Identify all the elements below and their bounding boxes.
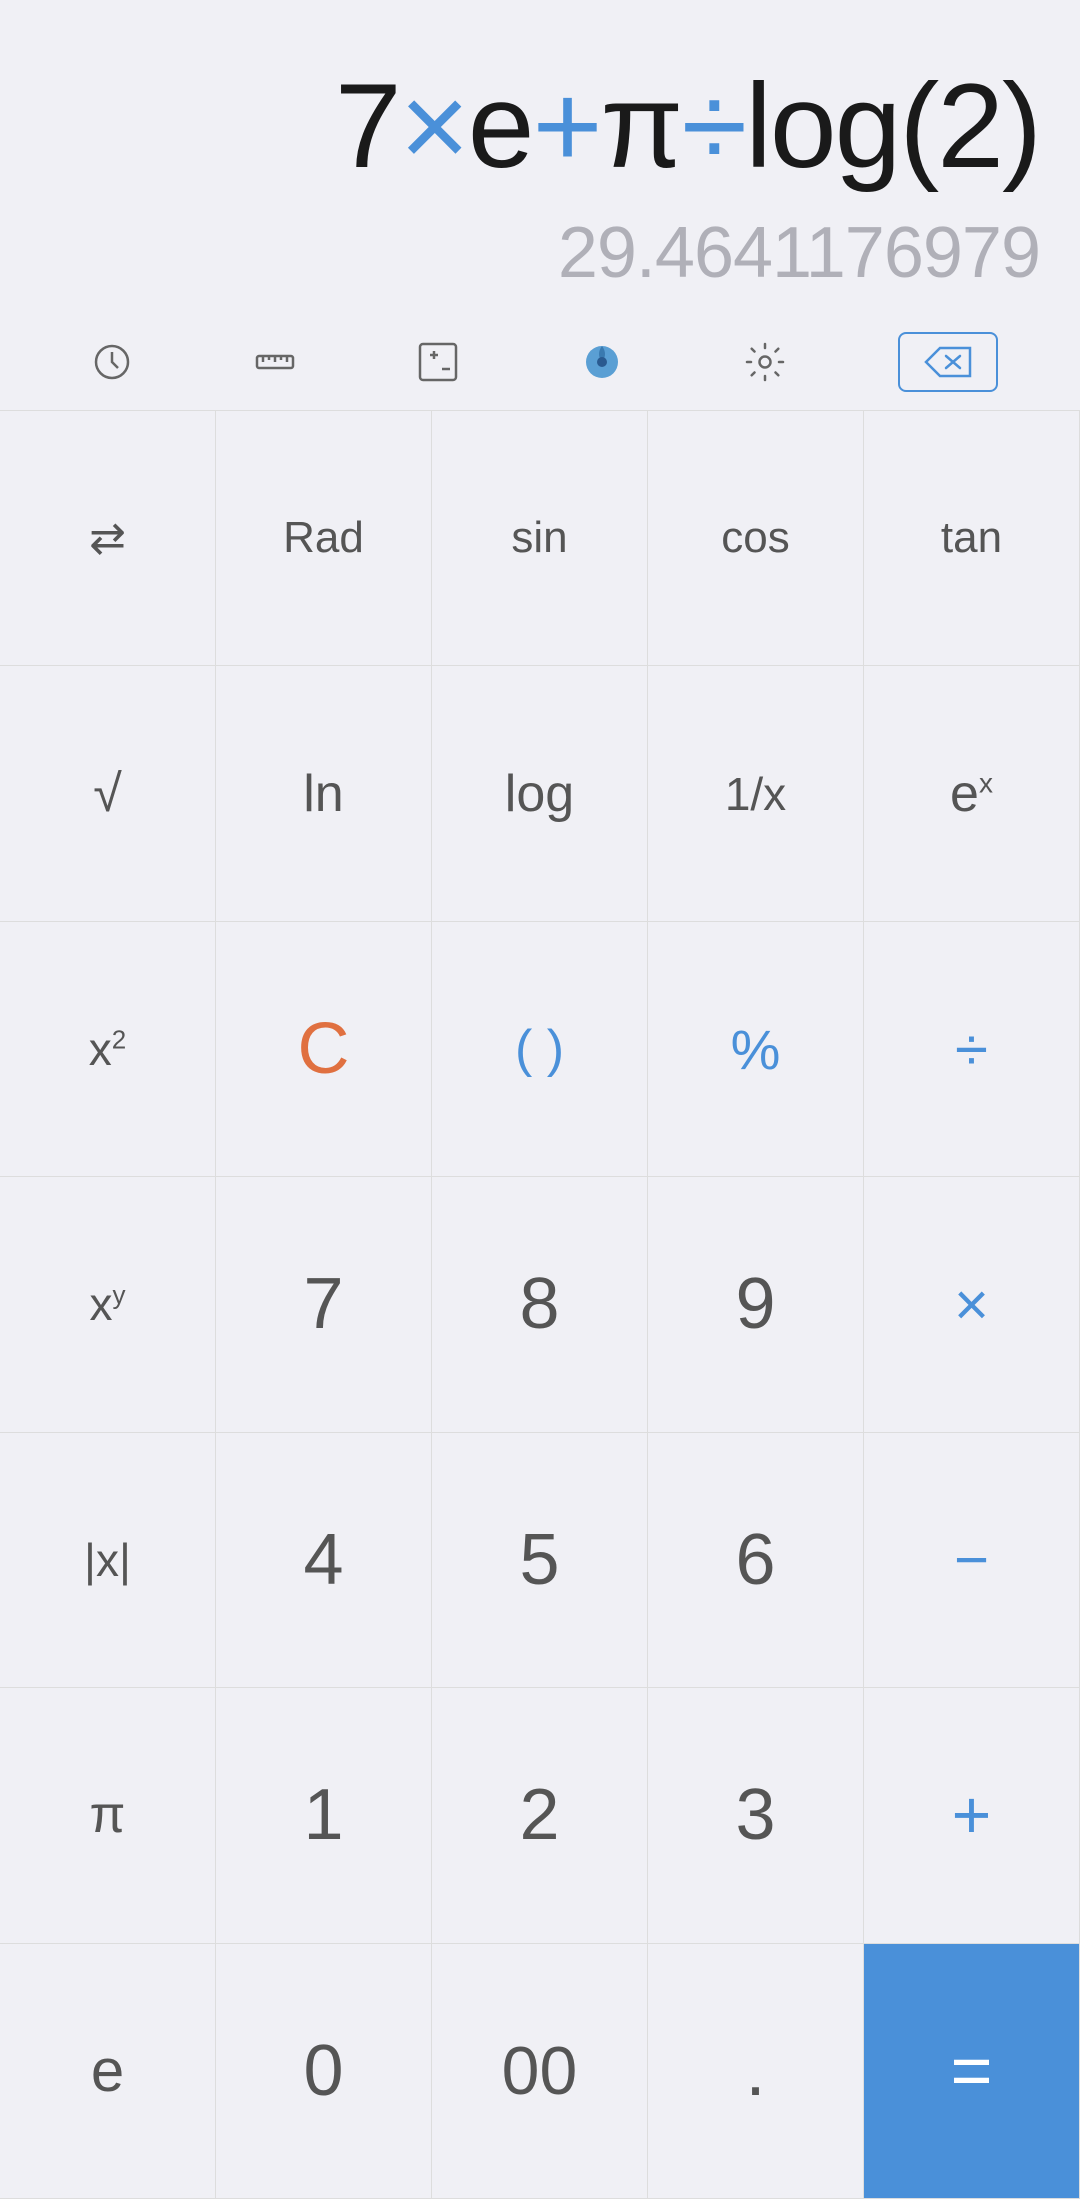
equals-label: = <box>950 2030 992 2112</box>
divide-btn[interactable]: ÷ <box>864 922 1080 1177</box>
plus-sym: + <box>532 59 600 193</box>
plus-btn[interactable]: + <box>864 1688 1080 1943</box>
tan-btn[interactable]: tan <box>864 411 1080 666</box>
history-icon[interactable] <box>82 332 142 392</box>
seven-label: 7 <box>303 1263 343 1345</box>
ln-label: ln <box>303 764 343 824</box>
decimal-label: . <box>745 2030 765 2112</box>
calculator-grid: ⇄ Rad sin cos tan √ ln log 1/x ex x2 C (… <box>0 411 1080 2199</box>
four-label: 4 <box>303 1519 343 1601</box>
pi-label: π <box>90 1785 126 1845</box>
theme-icon[interactable] <box>572 332 632 392</box>
sin-btn[interactable]: sin <box>432 411 648 666</box>
cos-label: cos <box>721 513 789 563</box>
six-label: 6 <box>735 1519 775 1601</box>
paren-btn[interactable]: ( ) <box>432 922 648 1177</box>
equals-btn[interactable]: = <box>864 1944 1080 2199</box>
power-label: xy <box>90 1277 126 1331</box>
paren-label: ( ) <box>515 1019 564 1079</box>
divide-sym: ÷ <box>681 59 745 193</box>
toolbar <box>0 314 1080 411</box>
sqrt-btn[interactable]: √ <box>0 666 216 921</box>
multiply-label: × <box>954 1270 989 1339</box>
euler-label: e <box>91 2036 124 2105</box>
sin-label: sin <box>511 513 567 563</box>
two-label: 2 <box>519 1774 559 1856</box>
clear-btn[interactable]: C <box>216 922 432 1177</box>
three-label: 3 <box>735 1774 775 1856</box>
sqrt-label: √ <box>93 764 122 824</box>
rad-btn[interactable]: Rad <box>216 411 432 666</box>
square-label: x2 <box>89 1022 126 1076</box>
log-btn[interactable]: log <box>432 666 648 921</box>
backspace-button[interactable] <box>898 332 998 392</box>
multiply-btn[interactable]: × <box>864 1177 1080 1432</box>
one-btn[interactable]: 1 <box>216 1688 432 1943</box>
cos-btn[interactable]: cos <box>648 411 864 666</box>
percent-btn[interactable]: % <box>648 922 864 1177</box>
two-btn[interactable]: 2 <box>432 1688 648 1943</box>
result-display: 29.4641176979 <box>40 212 1040 294</box>
five-btn[interactable]: 5 <box>432 1433 648 1688</box>
nine-label: 9 <box>735 1263 775 1345</box>
abs-btn[interactable]: |x| <box>0 1433 216 1688</box>
doublezero-label: 00 <box>502 2032 578 2110</box>
rad-label: Rad <box>283 513 364 563</box>
square-btn[interactable]: x2 <box>0 922 216 1177</box>
backspace-icon <box>922 344 974 380</box>
zero-btn[interactable]: 0 <box>216 1944 432 2199</box>
five-label: 5 <box>519 1519 559 1601</box>
plusminus-icon[interactable] <box>408 332 468 392</box>
one-label: 1 <box>303 1774 343 1856</box>
nine-btn[interactable]: 9 <box>648 1177 864 1432</box>
eight-label: 8 <box>519 1263 559 1345</box>
exp-label: ex <box>950 764 993 824</box>
plus-label: + <box>952 1776 992 1854</box>
display-area: 7×e+π÷log(2) 29.4641176979 <box>0 0 1080 314</box>
pi-btn[interactable]: π <box>0 1688 216 1943</box>
exp-btn[interactable]: ex <box>864 666 1080 921</box>
minus-btn[interactable]: − <box>864 1433 1080 1688</box>
power-btn[interactable]: xy <box>0 1177 216 1432</box>
swap-btn[interactable]: ⇄ <box>0 411 216 666</box>
doublezero-btn[interactable]: 00 <box>432 1944 648 2199</box>
settings-icon[interactable] <box>735 332 795 392</box>
expression-display: 7×e+π÷log(2) <box>40 60 1040 192</box>
minus-label: − <box>954 1525 989 1594</box>
tan-label: tan <box>941 513 1002 563</box>
ln-btn[interactable]: ln <box>216 666 432 921</box>
reciprocal-btn[interactable]: 1/x <box>648 666 864 921</box>
percent-label: % <box>731 1017 781 1082</box>
eight-btn[interactable]: 8 <box>432 1177 648 1432</box>
clear-label: C <box>298 1008 350 1090</box>
multiply-sym: × <box>400 59 468 193</box>
divide-label: ÷ <box>955 1015 988 1084</box>
reciprocal-label: 1/x <box>725 767 786 821</box>
swap-label: ⇄ <box>89 513 126 564</box>
six-btn[interactable]: 6 <box>648 1433 864 1688</box>
decimal-btn[interactable]: . <box>648 1944 864 2199</box>
euler-btn[interactable]: e <box>0 1944 216 2199</box>
three-btn[interactable]: 3 <box>648 1688 864 1943</box>
zero-label: 0 <box>303 2030 343 2112</box>
seven-btn[interactable]: 7 <box>216 1177 432 1432</box>
abs-label: |x| <box>84 1533 131 1587</box>
four-btn[interactable]: 4 <box>216 1433 432 1688</box>
log-label: log <box>505 764 574 824</box>
ruler-icon[interactable] <box>245 332 305 392</box>
